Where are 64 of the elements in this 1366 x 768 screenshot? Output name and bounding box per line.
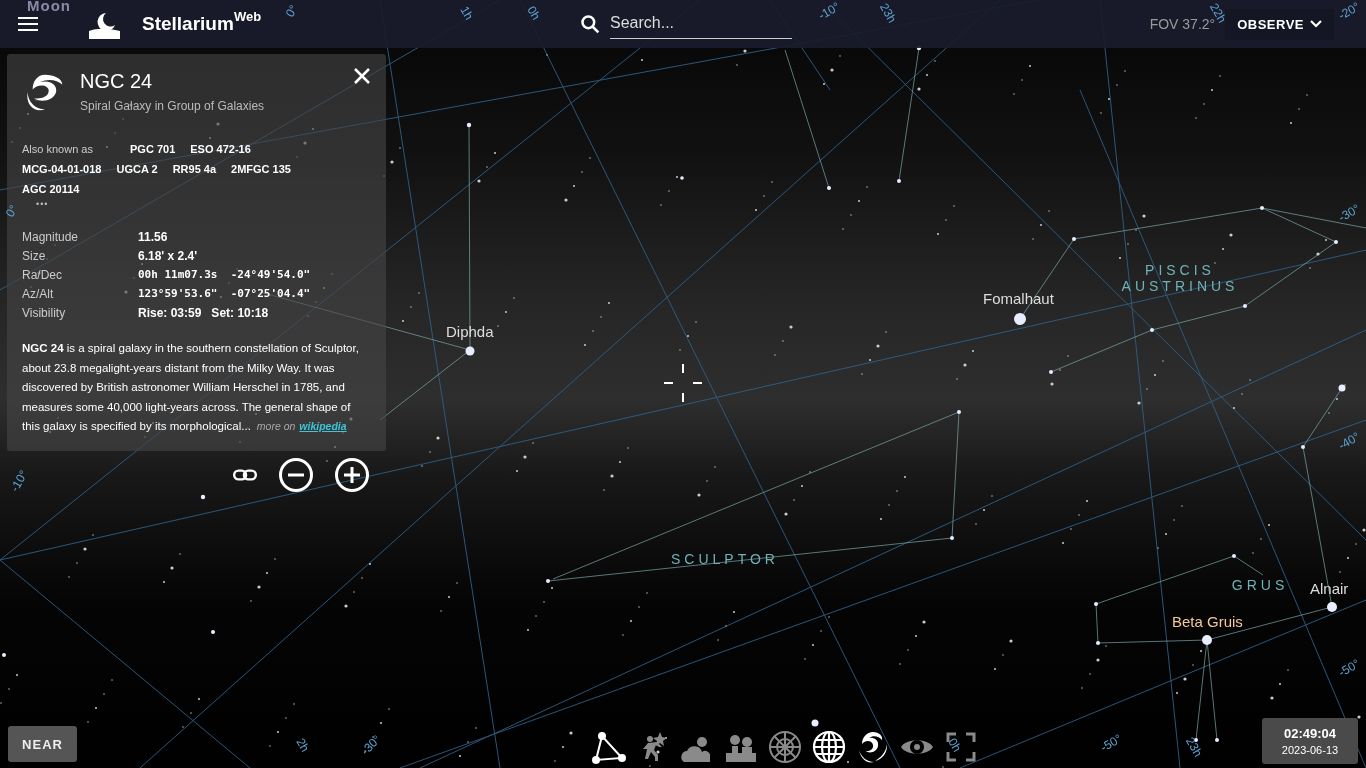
- field-value: 6.18' x 2.4': [138, 248, 199, 264]
- grid-label: -20°: [1336, 0, 1363, 23]
- spiral-galaxy-icon: [856, 730, 890, 764]
- star-label: Diphda: [446, 323, 494, 340]
- globe-grid-icon: [812, 730, 846, 764]
- field-label: Also known as: [22, 142, 94, 157]
- grid-label: -30°: [358, 732, 384, 758]
- constellation-label: SCULPTOR: [670, 551, 780, 567]
- alias-name: RR95 4a: [172, 162, 217, 177]
- wheel-grid-icon: [768, 730, 802, 764]
- grid-label: -50°: [1336, 656, 1363, 680]
- alias-name: UGCA 2: [116, 162, 158, 177]
- description-text: NGC 24 is a spiral galaxy in the southern constellation of Sculptor, about 23.8 megalight-years distant from the Milky Way. It was discovered by British astronomer William Herschel in 1785, and measures some 40,000 light-years across. The general shape of this galaxy is specified by its morphological... more on wikipedia: [22, 341, 360, 434]
- zoom-in-icon[interactable]: [334, 457, 370, 493]
- constellation-label: PISCIS AUSTRINUS: [1120, 262, 1240, 294]
- field-value: Rise: 03:59 Set: 10:18: [138, 305, 270, 321]
- star-label: Alnair: [1310, 580, 1349, 597]
- alias-name: MCG-04-01-018: [22, 162, 102, 177]
- grid-label: -10°: [816, 0, 843, 23]
- alias-name: 2MFGC 135: [231, 162, 291, 177]
- grid-label: 0h: [945, 735, 965, 755]
- app-title: Stellarium$^{Web}$: [142, 13, 262, 35]
- more-aliases-button[interactable]: •••: [36, 199, 49, 209]
- menu-icon[interactable]: [18, 16, 38, 32]
- grid-label: 0°: [2, 202, 21, 220]
- field-label: Magnitude: [22, 229, 80, 245]
- grid-label: 2h: [293, 735, 313, 755]
- grid-label: -30°: [1336, 201, 1363, 225]
- grid-label: 1h: [457, 3, 477, 23]
- grid-label: -50°: [1098, 731, 1125, 755]
- grid-label: 23h: [1182, 734, 1206, 760]
- field-label: Ra/Dec: [22, 267, 63, 283]
- date-text: 2023-06-13: [1281, 744, 1339, 756]
- star-label: Beta Gruis: [1172, 613, 1243, 630]
- field-label: Visibility: [22, 305, 67, 321]
- clock-panel[interactable]: 02:49:04 2023-06-13: [1262, 718, 1358, 764]
- alias-name: AGC 20114: [22, 182, 80, 197]
- field-label: Size: [22, 248, 47, 264]
- search-field[interactable]: Search...: [610, 9, 792, 39]
- object-title: NGC 24: [80, 70, 154, 93]
- close-icon[interactable]: [354, 68, 370, 84]
- alias-name: PGC 701: [130, 142, 176, 157]
- search-icon: [580, 14, 600, 34]
- field-label: Az/Alt: [22, 286, 55, 302]
- grid-label: -40°: [1336, 429, 1363, 453]
- constellation-lines-icon: [592, 730, 626, 764]
- fullscreen-icon: [944, 730, 978, 764]
- field-value: 123°59'53.6" -07°25'04.4": [138, 286, 312, 302]
- zoom-out-icon[interactable]: [278, 457, 314, 493]
- moon-label: Moon: [27, 0, 71, 14]
- near-button[interactable]: NEAR: [8, 726, 77, 762]
- chevron-down-icon: [1310, 20, 1322, 28]
- grid-label: 0h: [524, 3, 544, 23]
- star-label: Fomalhaut: [983, 290, 1054, 307]
- constellation-label: GRUS: [1230, 577, 1290, 593]
- time-text: 02:49:04: [1283, 726, 1336, 741]
- observe-button[interactable]: OBSERVE: [1225, 8, 1334, 40]
- wikipedia-link[interactable]: wikipedia: [299, 420, 347, 432]
- alias-name: ESO 472-16: [190, 142, 251, 157]
- object-type: Spiral Galaxy in Group of Galaxies: [80, 99, 265, 113]
- grid-label: 23h: [876, 0, 900, 26]
- grid-label: 0°: [282, 2, 301, 20]
- field-value: 00h 11m07.3s -24°49'54.0": [138, 267, 312, 283]
- field-value: 11.56: [138, 229, 169, 245]
